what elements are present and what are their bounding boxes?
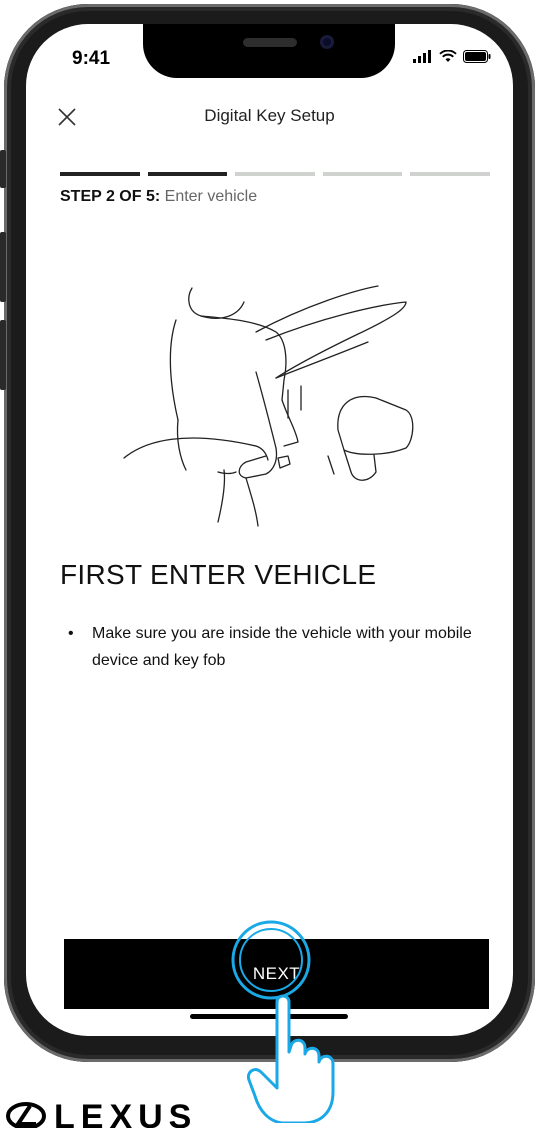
screen: 9:41 Digital Key Setup STEP 2 OF 5: Ente… [26,24,513,1036]
bullet-text: Make sure you are inside the vehicle wit… [92,625,472,669]
progress-segment-1 [60,172,140,176]
speaker [243,38,297,47]
front-camera [320,35,334,49]
step-label: STEP 2 OF 5: [60,188,161,205]
section-heading: FIRST ENTER VEHICLE [60,559,377,590]
svg-text:LEXUS: LEXUS [54,1098,197,1128]
volume-down-button [0,320,6,390]
progress-segment-4 [322,172,403,176]
step-progress [60,172,490,176]
status-time: 9:41 [72,48,111,69]
battery-icon [463,50,491,63]
page-title: Digital Key Setup [204,106,335,125]
tap-highlight-ring [231,920,311,1000]
bullet-dot: • [68,625,74,642]
notch [143,24,395,78]
mute-switch [0,150,6,188]
progress-segment-2 [147,172,228,176]
tap-hand-icon [247,994,335,1123]
status-icons [413,50,491,63]
wifi-icon [439,50,457,62]
lexus-logo: LEXUS [6,1098,197,1128]
person-entering-car-illustration [123,285,414,527]
volume-up-button [0,232,6,302]
step-indicator: STEP 2 OF 5: Enter vehicle [60,188,257,206]
step-description: Enter vehicle [164,188,258,205]
signal-icon [413,50,431,63]
progress-segment-3 [235,172,315,176]
instruction-bullet: • Make sure you are inside the vehicle w… [68,620,498,674]
progress-segment-5 [410,172,490,176]
